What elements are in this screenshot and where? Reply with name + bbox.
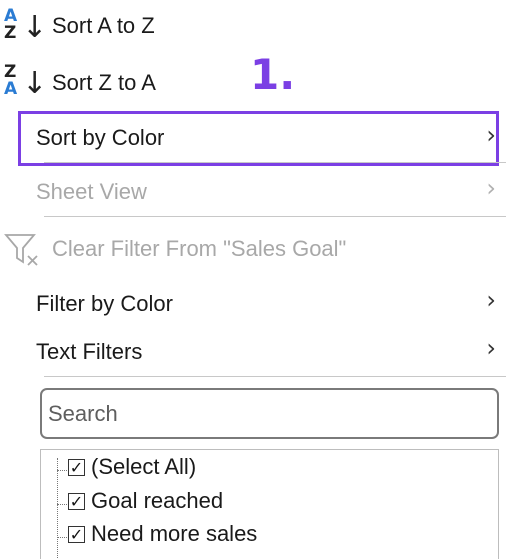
checkbox-checked[interactable]: ✓	[68, 526, 85, 543]
list-item-goal-reached[interactable]: ✓ Goal reached	[41, 488, 498, 520]
menu-item-filter-by-color[interactable]: Filter by Color ›	[0, 280, 506, 328]
list-item-select-all[interactable]: ✓ (Select All)	[41, 454, 498, 486]
clear-filter-icon	[4, 234, 38, 266]
menu-item-label: Sort A to Z	[52, 13, 155, 38]
checkbox-checked[interactable]: ✓	[68, 493, 85, 510]
chevron-right-icon: ›	[486, 286, 496, 314]
checkbox-checked[interactable]: ✓	[68, 459, 85, 476]
search-input[interactable]	[40, 388, 499, 439]
sort-z-to-a-icon: Z A ↓	[4, 62, 48, 102]
menu-item-text-filters[interactable]: Text Filters ›	[0, 328, 506, 376]
sort-a-to-z-icon: A Z ↓	[4, 6, 48, 46]
list-item-need-more-sales[interactable]: ✓ Need more sales	[41, 521, 498, 553]
menu-item-label: Sheet View	[36, 179, 147, 204]
menu-item-sheet-view[interactable]: Sheet View ›	[0, 166, 506, 216]
list-item-label: (Select All)	[91, 454, 197, 479]
chevron-right-icon: ›	[486, 334, 496, 362]
filter-values-list[interactable]: ✓ (Select All) ✓ Goal reached ✓ Need mor…	[40, 449, 499, 559]
list-item-label: Goal reached	[91, 488, 224, 513]
menu-item-label: Text Filters	[36, 339, 143, 364]
menu-separator	[44, 216, 506, 217]
menu-separator	[44, 162, 506, 163]
step-annotation: 1.	[250, 50, 296, 99]
menu-item-sort-a-to-z[interactable]: A Z ↓ Sort A to Z	[0, 0, 506, 54]
chevron-right-icon: ›	[486, 174, 496, 202]
menu-item-label: Filter by Color	[36, 291, 173, 316]
highlight-box	[18, 111, 499, 166]
list-item-label: Need more sales	[91, 521, 258, 546]
menu-item-clear-filter-label: Clear Filter From "Sales Goal"	[52, 236, 347, 261]
menu-item-label: Sort Z to A	[52, 70, 156, 95]
menu-separator	[44, 376, 506, 377]
